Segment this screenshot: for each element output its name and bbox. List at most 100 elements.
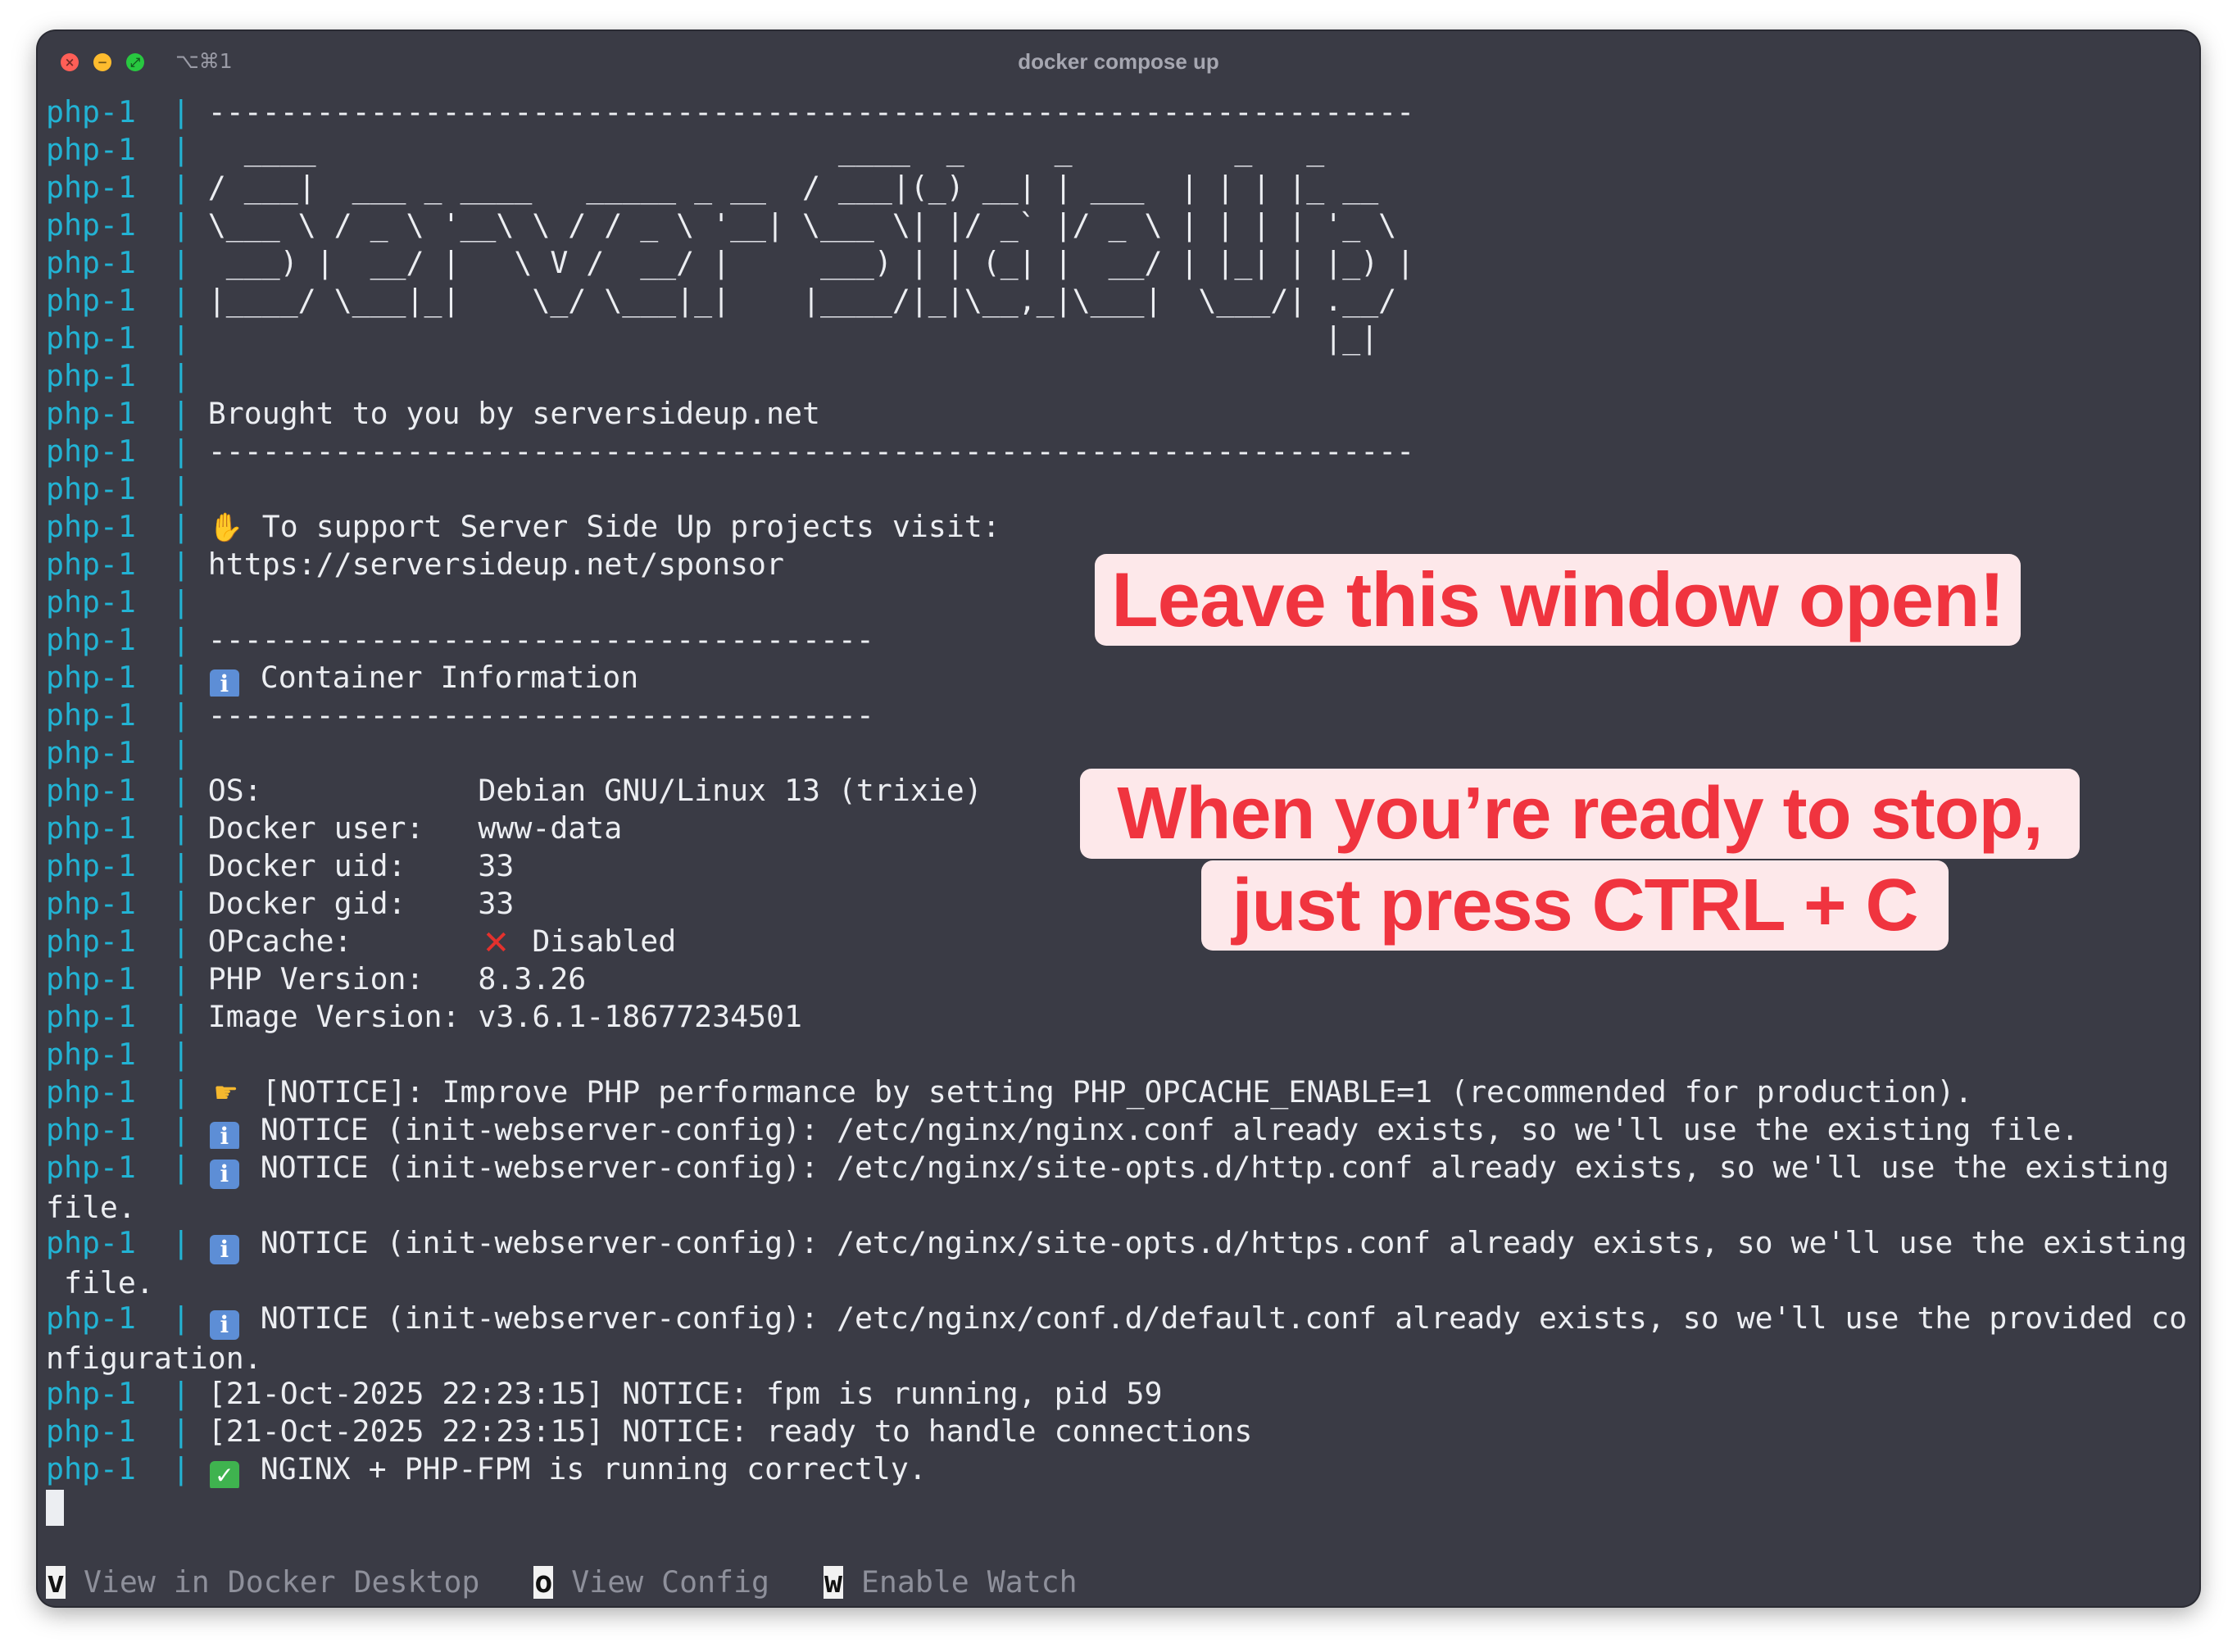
log-text: |____/ \___|_| \_/ \___|_| |____/|_|\__,… — [207, 283, 1415, 318]
service-prefix: php-1 — [46, 358, 136, 393]
service-separator: | — [171, 848, 190, 883]
service-separator: | — [171, 1074, 190, 1110]
window-title: docker compose up — [1018, 49, 1219, 74]
service-prefix: php-1 — [46, 1414, 136, 1449]
service-prefix: php-1 — [46, 697, 136, 733]
service-prefix: php-1 — [46, 735, 136, 770]
callout-stop-line2-text: just press CTRL + C — [1232, 865, 1918, 946]
shortcut-view-config[interactable]: o View Config — [533, 1564, 769, 1600]
service-separator: | — [171, 584, 190, 620]
log-text: / ___| ___ _ ____ _____ _ __ / ___|(_) _… — [207, 170, 1415, 205]
callout-stop-line1-text: When you’re ready to stop, — [1117, 773, 2043, 855]
log-text-wrapped: file. — [46, 1190, 136, 1224]
service-separator: | — [171, 1037, 190, 1072]
service-separator: | — [171, 735, 190, 770]
log-text: https://serversideup.net/sponsor — [207, 547, 784, 582]
log-line: php-1 | [21-Oct-2025 22:23:15] NOTICE: r… — [46, 1413, 2199, 1450]
shortcut-label: View Config — [553, 1564, 770, 1600]
service-separator: | — [171, 547, 190, 582]
service-separator: | — [171, 283, 190, 318]
info-icon: i — [209, 1235, 239, 1264]
log-line: php-1 | PHP Version: 8.3.26 — [46, 960, 2199, 998]
service-prefix: php-1 — [46, 132, 136, 167]
service-separator: | — [171, 999, 190, 1034]
service-prefix: php-1 — [46, 999, 136, 1034]
service-separator: | — [171, 886, 190, 921]
log-line: php-1 | --------------------------------… — [46, 433, 2199, 470]
service-separator: | — [171, 660, 190, 695]
shortcut-enable-watch[interactable]: w Enable Watch — [823, 1564, 1078, 1600]
log-text: Docker gid: 33 — [207, 886, 515, 921]
service-prefix: php-1 — [46, 773, 136, 808]
service-separator: | — [171, 132, 190, 167]
log-line: php-1 | i NOTICE (init-webserver-config)… — [46, 1149, 2191, 1224]
log-line: php-1 | — [46, 734, 2199, 772]
service-prefix: php-1 — [46, 1451, 136, 1486]
log-text: ----------------------------------------… — [207, 433, 1415, 469]
log-text: NOTICE (init-webserver-config): /etc/ngi… — [242, 1225, 2188, 1260]
service-prefix: php-1 — [46, 396, 136, 431]
log-line: php-1 | Brought to you by serversideup.n… — [46, 395, 2199, 433]
service-prefix: php-1 — [46, 471, 136, 506]
log-text: Image Version: v3.6.1-18677234501 — [207, 999, 802, 1034]
log-line: php-1 | i Container Information — [46, 659, 2199, 697]
service-prefix: php-1 — [46, 886, 136, 921]
log-text: |_| — [207, 320, 1451, 356]
service-prefix: php-1 — [46, 584, 136, 620]
compose-shortcuts-bar: v View in Docker Desktop o View Config w… — [46, 1564, 1078, 1601]
service-separator: | — [171, 1112, 190, 1147]
log-text: [21-Oct-2025 22:23:15] NOTICE: ready to … — [207, 1414, 1253, 1449]
service-separator: | — [171, 245, 190, 280]
log-text: Brought to you by serversideup.net — [207, 396, 820, 431]
log-text: NOTICE (init-webserver-config): /etc/ngi… — [242, 1150, 2188, 1185]
log-text: ------------------------------------- — [207, 622, 874, 657]
service-prefix: php-1 — [46, 1037, 136, 1072]
raised-hands-icon: ✋ — [208, 511, 243, 544]
info-icon: i — [209, 1160, 239, 1189]
service-separator: | — [171, 1300, 190, 1336]
callout-leave-open-text: Leave this window open! — [1111, 556, 2004, 642]
service-prefix: php-1 — [46, 1225, 136, 1260]
service-prefix: php-1 — [46, 924, 136, 959]
service-prefix: php-1 — [46, 1300, 136, 1336]
log-line: php-1 | i NOTICE (init-webserver-config)… — [46, 1111, 2199, 1149]
log-line: php-1 | |____/ \___|_| \_/ \___|_| |____… — [46, 282, 2199, 320]
service-separator: | — [171, 1225, 190, 1260]
info-icon: i — [209, 1122, 239, 1149]
service-separator: | — [171, 320, 190, 356]
log-text: [21-Oct-2025 22:23:15] NOTICE: fpm is ru… — [207, 1376, 1163, 1411]
service-prefix: php-1 — [46, 245, 136, 280]
shortcut-key: o — [533, 1564, 554, 1600]
service-separator: | — [171, 773, 190, 808]
log-line: php-1 | ✓ NGINX + PHP-FPM is running cor… — [46, 1450, 2199, 1488]
service-prefix: php-1 — [46, 848, 136, 883]
log-line: php-1 | — [46, 357, 2199, 395]
log-line: php-1 | ✋ To support Server Side Up proj… — [46, 508, 2199, 546]
log-text: Container Information — [242, 660, 639, 695]
log-text-value: Disabled — [514, 924, 677, 959]
shortcut-view-in-docker-desktop[interactable]: v View in Docker Desktop — [46, 1564, 479, 1600]
point-right-icon: ☛ — [213, 1077, 239, 1110]
shortcut-label: View in Docker Desktop — [65, 1564, 480, 1600]
service-separator: | — [171, 94, 190, 129]
log-text: \___ \ / _ \ '__\ \ / / _ \ '__| \___ \|… — [207, 207, 1415, 243]
log-line: php-1 | [21-Oct-2025 22:23:15] NOTICE: f… — [46, 1375, 2199, 1413]
service-prefix: php-1 — [46, 547, 136, 582]
log-line: php-1 | / ___| ___ _ ____ _____ _ __ / _… — [46, 169, 2199, 206]
shortcut-label: Enable Watch — [842, 1564, 1078, 1600]
log-text: OS: Debian GNU/Linux 13 (trixie) — [207, 773, 982, 808]
shortcut-key: w — [823, 1564, 843, 1600]
log-line: php-1 | — [46, 470, 2199, 508]
service-prefix: php-1 — [46, 622, 136, 657]
service-separator: | — [171, 396, 190, 431]
service-prefix: php-1 — [46, 660, 136, 695]
service-separator: | — [171, 1451, 190, 1486]
service-separator: | — [171, 924, 190, 959]
service-separator: | — [171, 170, 190, 205]
log-text-wrapped: file. — [46, 1265, 154, 1300]
log-text: PHP Version: 8.3.26 — [207, 961, 587, 996]
log-text: OPcache: — [207, 924, 479, 959]
log-line: php-1 | ___) | __/ | \ V / __/ | ___) | … — [46, 244, 2199, 282]
log-line: php-1 | i NOTICE (init-webserver-config)… — [46, 1224, 2191, 1300]
service-prefix: php-1 — [46, 320, 136, 356]
